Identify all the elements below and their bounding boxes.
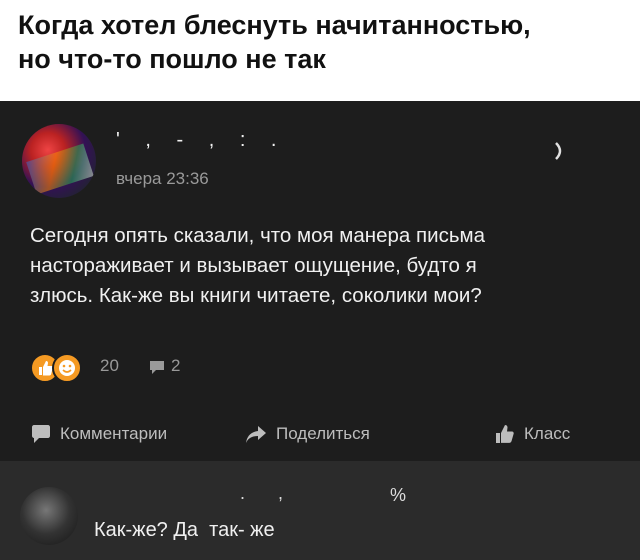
comments-label: Комментарии xyxy=(60,424,168,443)
class-label: Класс xyxy=(524,424,571,443)
post-text-line-3: злюсь. Как-же вы книги читаете, соколики… xyxy=(30,284,482,307)
share-button[interactable]: Поделиться xyxy=(244,417,370,451)
app-screenshot: ' , - , : . вчера 23:36 Сегодня опять ск… xyxy=(0,101,640,560)
class-button[interactable]: Класс xyxy=(494,417,570,451)
author-row: ' , - , : . xyxy=(116,129,596,157)
more-options-icon[interactable] xyxy=(548,139,572,163)
comment-count: 2 xyxy=(171,356,181,375)
comment-icon xyxy=(150,361,164,374)
comment-item: . , % Как-же? Да так- же xyxy=(0,461,640,560)
comment-bubble-icon xyxy=(32,425,50,443)
smile-icon xyxy=(52,353,82,383)
reply-author-badge: % xyxy=(390,485,407,505)
reply-text: Как-же? Да так- же xyxy=(94,519,275,541)
post-card: ' , - , : . вчера 23:36 Сегодня опять ск… xyxy=(0,101,640,461)
author-avatar[interactable] xyxy=(22,124,96,198)
share-label: Поделиться xyxy=(276,424,370,443)
post-actions: Комментарии Поделиться Класс xyxy=(0,417,640,451)
post-timestamp: вчера 23:36 xyxy=(116,169,209,188)
post-body: Сегодня опять сказали, что моя манера пи… xyxy=(30,221,620,311)
post-text-line-1: Сегодня опять сказали, что моя манера пи… xyxy=(30,224,485,247)
reply-author-avatar[interactable] xyxy=(20,487,78,545)
author-name[interactable]: ' , - , : . xyxy=(116,129,287,152)
reaction-count: 20 xyxy=(100,356,119,375)
reactions-bar[interactable]: 20 2 xyxy=(30,353,330,383)
thumbs-up-icon xyxy=(496,425,514,443)
reply-author-name[interactable]: . , xyxy=(240,483,297,504)
meme-caption-line-2: но что-то пошло не так xyxy=(18,44,326,74)
comments-button[interactable]: Комментарии xyxy=(30,417,167,451)
share-arrow-icon xyxy=(246,426,266,443)
post-text-line-2: настораживает и вызывает ощущение, будто… xyxy=(30,254,477,277)
meme-caption: Когда хотел блеснуть начитанностью, но ч… xyxy=(18,8,622,76)
meme-caption-line-1: Когда хотел блеснуть начитанностью, xyxy=(18,10,531,40)
